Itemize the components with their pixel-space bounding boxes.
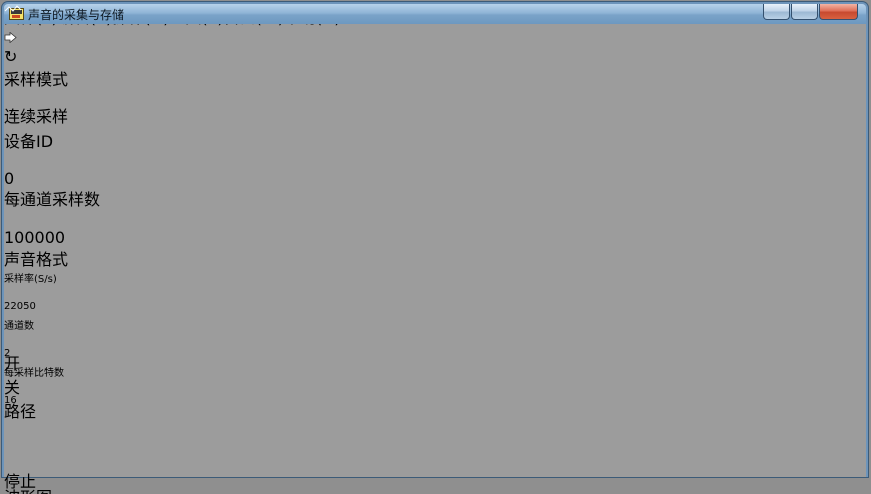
continuous-run-button[interactable]: ↻ — [4, 47, 866, 66]
sampling-mode-spinner[interactable] — [4, 90, 866, 109]
sampling-mode-ring[interactable]: 连续采样 — [4, 109, 91, 128]
on-label: 开 — [4, 354, 21, 373]
path-label: 路径 — [4, 402, 37, 421]
front-panel: 采样模式 连续采样 设备ID 0 每通道采样数 100000 声音格式 采样率(… — [4, 5, 866, 494]
stop-button[interactable]: 停止 — [4, 468, 36, 491]
channels-spinner[interactable] — [4, 332, 12, 348]
path-field[interactable] — [4, 437, 140, 452]
toolbar: ↻ — [4, 28, 866, 66]
close-button[interactable] — [819, 4, 858, 20]
title-bar[interactable]: 声音的采集与存储 — [4, 4, 866, 24]
sample-rate-spinner[interactable] — [4, 285, 12, 301]
device-id-spinner[interactable] — [4, 152, 866, 169]
chart-title: 波形图 — [4, 484, 866, 494]
path-type-icon — [4, 422, 866, 437]
sample-rate-label: 采样率(S/s) — [4, 274, 57, 285]
run-icon — [4, 31, 17, 44]
channels-label: 通道数 — [4, 321, 34, 332]
maximize-button[interactable] — [791, 4, 818, 20]
labview-window: 声音的采集与存储 文件(F)编辑(E)操作(O)工具(T)窗口(W)帮助(H) … — [2, 2, 868, 494]
browse-button[interactable] — [4, 452, 23, 468]
device-id-field[interactable]: 0 — [4, 169, 53, 188]
sample-rate-field[interactable]: 22050 — [4, 301, 64, 317]
window-title: 声音的采集与存储 — [28, 7, 125, 22]
device-id-label: 设备ID — [4, 132, 54, 151]
minimize-button[interactable] — [763, 4, 790, 20]
sound-format-label: 声音格式 — [4, 250, 69, 269]
sound-format-cluster: 采样率(S/s) 22050 通道数 2 每采样比特数 16 — [4, 270, 105, 406]
samples-per-channel-field[interactable]: 100000 — [4, 228, 86, 247]
samples-per-channel-spinner[interactable] — [4, 210, 866, 228]
off-label: 关 — [4, 378, 21, 397]
sampling-mode-label: 采样模式 — [4, 70, 69, 89]
run-button[interactable] — [4, 28, 866, 47]
samples-per-channel-label: 每通道采样数 — [4, 190, 101, 209]
